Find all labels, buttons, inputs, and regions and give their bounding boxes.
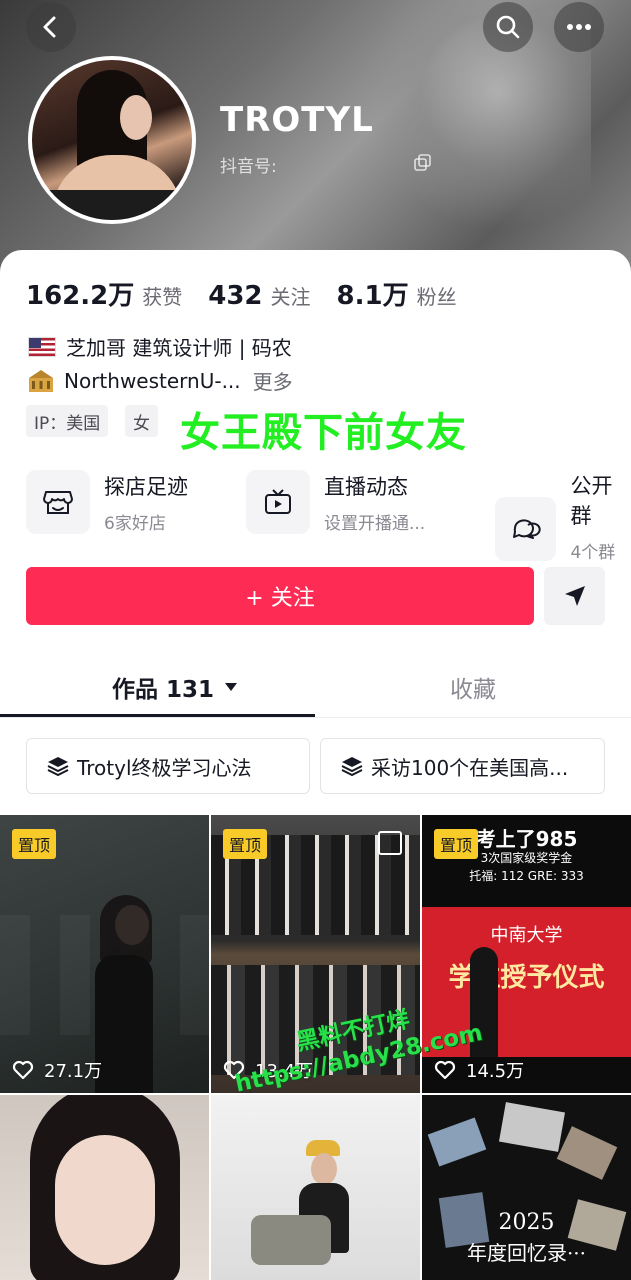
stat-value: 162.2万 [26,281,135,311]
stat-followers[interactable]: 8.1万 粉丝 [337,275,457,312]
layers-icon [47,757,69,777]
photo-collage [427,1117,487,1167]
bio-line-location: 芝加哥 建筑设计师 | 码农 [28,332,292,361]
bio-text: NorthwesternU-... [64,368,241,393]
follow-button[interactable]: + 关注 [26,567,534,625]
feature-store-visits[interactable]: 探店足迹 6家好店 [26,470,188,534]
person-legs [251,1215,331,1265]
tab-works[interactable]: 作品 131 [112,670,238,704]
caret-down-icon [225,683,238,691]
feature-subtitle: 6家好店 [104,513,166,534]
playlist-title: Trotyl终极学习心法 [77,755,252,780]
group-chat-icon [495,497,557,561]
video-thumbnail[interactable] [0,1095,209,1280]
avatar-dress [42,190,192,220]
copy-icon [414,154,431,171]
bio-text: 芝加哥 建筑设计师 | 码农 [66,336,292,360]
person-dress [95,955,153,1093]
send-icon [564,586,585,606]
store-icon [26,470,90,534]
stat-likes[interactable]: 162.2万 获赞 [26,275,182,312]
gender-tag: 女 [125,405,158,437]
tab-works-label: 作品 131 [112,677,215,703]
more-dots-icon [567,24,591,30]
bio-more-link[interactable]: 更多 [253,366,293,395]
pinned-badge: 置顶 [223,829,268,859]
back-button[interactable] [26,2,76,52]
stat-value: 8.1万 [336,281,409,311]
profile-name: TROTYL [220,100,374,140]
feature-title: 直播动态 [324,474,408,499]
like-count: 27.1万 [12,1057,102,1083]
pinned-badge: 置顶 [434,829,479,859]
feature-title: 公开群 [570,474,613,528]
back-arrow-icon [43,16,56,38]
photo-collage [556,1126,618,1180]
video-thumbnail[interactable]: 置顶 27.1万 [0,815,209,1093]
video-thumbnail[interactable] [211,1095,420,1280]
multi-image-icon [378,831,402,855]
stats-row: 162.2万 获赞 432 关注 8.1万 粉丝 [26,275,483,312]
photo-collage [498,1102,566,1152]
recap-caption: 年度回忆录··· [466,1241,587,1265]
recap-year: 2025 [498,1210,555,1235]
feature-live-updates[interactable]: 直播动态 设置开播通... [246,470,425,534]
heart-icon [434,1060,456,1080]
stat-label: 关注 [270,285,311,309]
bio-line-school: NorthwesternU-... 更多 [28,366,293,395]
copy-id-button[interactable] [414,154,432,176]
more-options-button[interactable] [554,2,604,52]
person-face [55,1135,155,1265]
ip-location-tag: IP：美国 [26,405,109,437]
avatar[interactable] [28,56,196,224]
overlay-caption: 女王殿下前女友 [180,410,467,456]
person-face [311,1153,337,1185]
search-icon [496,15,520,39]
douyin-id-label: 抖音号: [220,157,277,177]
banner-text: 学位授予仪式 [448,963,605,993]
feature-subtitle: 设置开播通... [324,513,426,534]
like-count-value: 14.5万 [466,1061,525,1082]
heart-icon [12,1060,34,1080]
video-thumbnail[interactable]: 2025 年度回忆录··· [422,1095,631,1280]
us-flag-icon [28,336,56,357]
playlist-chip[interactable]: Trotyl终极学习心法 [26,738,310,794]
layers-icon [341,757,363,777]
stat-value: 432 [208,281,263,311]
search-button[interactable] [483,2,533,52]
avatar-face [120,95,152,140]
tab-favorites[interactable]: 收藏 [450,670,496,704]
like-count: 14.5万 [434,1057,524,1083]
like-count-value: 27.1万 [44,1061,103,1082]
stat-label: 粉丝 [416,285,457,309]
thumbnail-subtitle: 托福: 112 GRE: 333 [469,869,584,883]
stat-label: 获赞 [142,285,183,309]
pinned-badge: 置顶 [12,829,57,859]
university-icon [29,369,53,392]
tab-divider [0,717,631,718]
stat-following[interactable]: 432 关注 [208,281,310,311]
university-logo-text: 中南大学 [490,925,563,946]
share-button[interactable] [544,567,605,625]
feature-title: 探店足迹 [104,474,188,499]
playlist-chip[interactable]: 采访100个在美国高... [320,738,605,794]
playlist-title: 采访100个在美国高... [371,755,569,780]
tv-icon [246,470,310,534]
